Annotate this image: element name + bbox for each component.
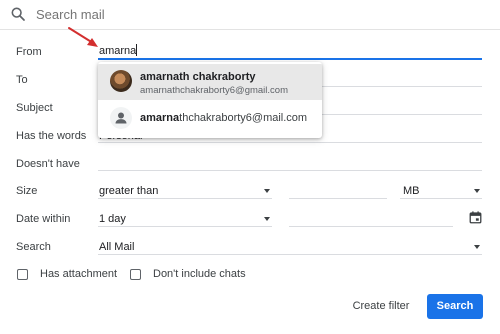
- subject-label: Subject: [16, 102, 53, 114]
- to-label: To: [16, 74, 28, 86]
- size-label: Size: [16, 185, 38, 197]
- search-icon[interactable]: [10, 6, 26, 22]
- chevron-down-icon: [264, 217, 270, 221]
- size-value-input[interactable]: [289, 198, 387, 199]
- size-unit-select[interactable]: MB: [403, 185, 420, 197]
- from-input[interactable]: amarna: [99, 44, 138, 57]
- create-filter-button[interactable]: Create filter: [345, 294, 417, 318]
- chevron-down-icon: [474, 245, 480, 249]
- suggestion-item[interactable]: amarnath chakraborty amarnathchakraborty…: [98, 64, 322, 100]
- text-cursor: [136, 44, 138, 56]
- search-input[interactable]: [36, 5, 336, 23]
- has-words-label: Has the words: [16, 130, 87, 142]
- search-in-label: Search: [16, 241, 51, 253]
- annotation-arrow-icon: [68, 27, 98, 47]
- suggestion-email-rest: thchakraborty6@mail.com: [179, 112, 308, 124]
- doesnt-have-label: Doesn't have: [16, 158, 80, 170]
- dont-include-chats-checkbox[interactable]: [130, 269, 141, 280]
- suggestion-email: amarnathchakraborty6@mail.com: [140, 112, 307, 124]
- has-attachment-label: Has attachment: [40, 268, 118, 280]
- search-in-underline: [98, 254, 482, 255]
- from-value: amarna: [99, 45, 137, 57]
- person-icon: [110, 107, 132, 129]
- from-label: From: [16, 46, 42, 58]
- suggestion-name: amarnath chakraborty: [140, 71, 256, 83]
- size-unit-underline: [400, 198, 482, 199]
- date-input[interactable]: [289, 226, 453, 227]
- suggestion-item[interactable]: amarnathchakraborty6@mail.com: [98, 100, 322, 136]
- has-words-underline: [98, 142, 482, 143]
- avatar: [110, 70, 132, 92]
- chevron-down-icon: [474, 189, 480, 193]
- suggestion-email: amarnathchakraborty6@gmail.com: [140, 85, 288, 96]
- from-field-underline: [98, 58, 482, 60]
- calendar-icon[interactable]: [469, 211, 482, 224]
- has-attachment-checkbox[interactable]: [17, 269, 28, 280]
- size-operator-underline: [98, 198, 272, 199]
- date-within-label: Date within: [16, 213, 71, 225]
- search-in-select[interactable]: All Mail: [99, 241, 134, 253]
- doesnt-have-input[interactable]: [98, 170, 482, 171]
- dont-include-chats-label: Don't include chats: [153, 268, 246, 280]
- search-button[interactable]: Search: [427, 294, 483, 319]
- autocomplete-dropdown: amarnath chakraborty amarnathchakraborty…: [98, 62, 322, 138]
- date-within-select[interactable]: 1 day: [99, 213, 126, 225]
- date-within-underline: [98, 226, 272, 227]
- size-operator-select[interactable]: greater than: [99, 185, 158, 197]
- suggestion-email-match: amarna: [140, 112, 180, 124]
- chevron-down-icon: [264, 189, 270, 193]
